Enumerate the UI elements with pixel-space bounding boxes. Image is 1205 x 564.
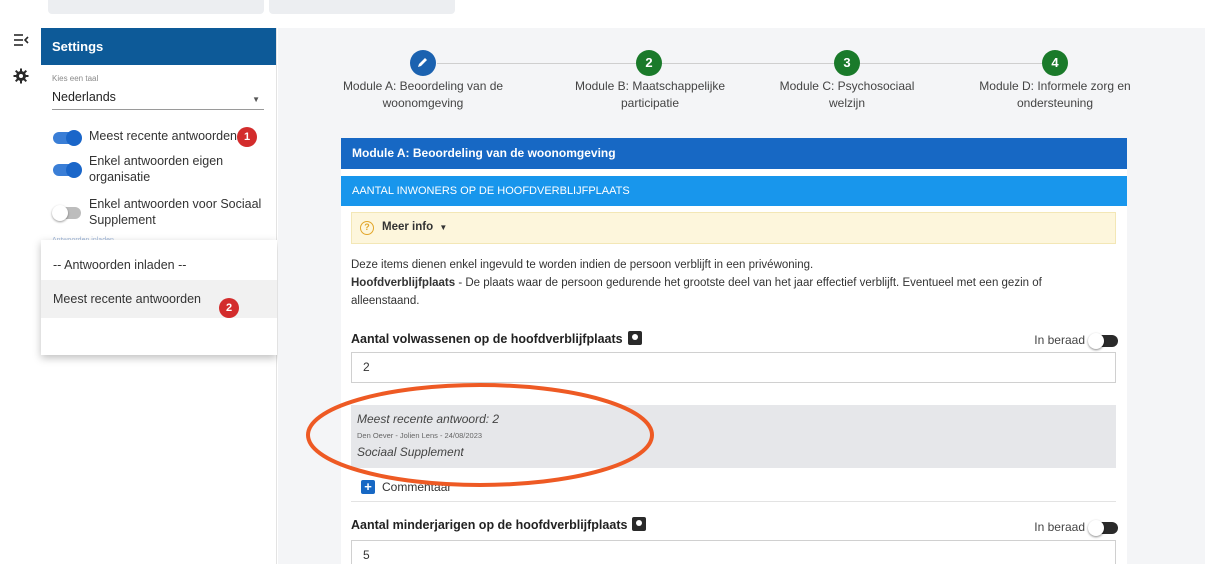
stepper-line — [437, 63, 1057, 64]
gear-icon[interactable] — [13, 68, 29, 84]
top-tab-2[interactable] — [269, 0, 455, 14]
step-4-label: Module D: Informele zorg en ondersteunin… — [979, 79, 1131, 110]
question-2-input[interactable]: 5 — [351, 540, 1116, 564]
step-2[interactable]: 2 — [636, 50, 662, 76]
pencil-icon — [417, 55, 429, 70]
id-card-icon — [627, 331, 642, 345]
in-beraad-label: In beraad — [1034, 520, 1085, 534]
collapse-menu-icon[interactable] — [13, 32, 29, 48]
module-title: Module A: Beoordeling van de woonomgevin… — [341, 138, 1127, 169]
recent-answer-meta: Den Oever - Jolien Lens - 24/08/2023 — [357, 431, 483, 440]
step-1-label: Module A: Beoordeling van de woonomgevin… — [342, 79, 504, 110]
question-1-label: Aantal volwassenen op de hoofdverblijfpl… — [351, 331, 642, 346]
step-2-label: Module B: Maatschappelijke participatie — [574, 79, 726, 110]
toggle-label: Enkel antwoorden voor Sociaal Supplement — [89, 197, 262, 227]
in-beraad-label: In beraad — [1034, 333, 1085, 347]
icon-rail — [0, 28, 40, 564]
step-3-label: Module C: Psychosociaal welzijn — [779, 79, 915, 110]
toggle-switch[interactable] — [53, 130, 82, 146]
step-4[interactable]: 4 — [1042, 50, 1068, 76]
language-value: Nederlands — [52, 90, 116, 104]
add-comment-icon[interactable]: + — [361, 480, 375, 494]
question-icon: ? — [360, 221, 374, 235]
question-1-input[interactable]: 2 — [351, 352, 1116, 383]
toggle-switch[interactable] — [53, 162, 82, 178]
description-line-1: Deze items dienen enkel ingevuld te word… — [351, 259, 814, 271]
recent-answer-source: Sociaal Supplement — [357, 445, 464, 459]
annotation-badge-1: 1 — [237, 127, 257, 147]
section-title: AANTAL INWONERS OP DE HOOFDVERBLIJFPLAAT… — [341, 176, 1127, 206]
settings-title: Settings — [41, 28, 276, 65]
step-3[interactable]: 3 — [834, 50, 860, 76]
in-beraad-toggle[interactable] — [1088, 333, 1118, 349]
divider — [351, 501, 1116, 502]
toggle-switch[interactable] — [52, 205, 81, 221]
load-answers-dropdown[interactable]: -- Antwoorden inladen -- Meest recente a… — [41, 240, 277, 355]
question-2-label: Aantal minderjarigen op de hoofdverblijf… — [351, 517, 647, 532]
recent-answer-box: Meest recente antwoord: 2 Den Oever - Jo… — [351, 405, 1116, 468]
toggle-own-organisation[interactable]: Enkel antwoorden eigen organisatie — [52, 153, 272, 187]
more-info-toggle[interactable]: ? Meer info ▼ — [351, 212, 1116, 244]
in-beraad-toggle[interactable] — [1088, 520, 1118, 536]
language-select[interactable]: Nederlands ▼ — [52, 88, 264, 110]
recent-answer-title: Meest recente antwoord: 2 — [357, 412, 500, 426]
toggle-social-supplement[interactable]: Enkel antwoorden voor Sociaal Supplement — [52, 196, 272, 230]
more-info-label: Meer info ▼ — [382, 221, 448, 233]
language-label: Kies een taal — [52, 74, 99, 83]
dropdown-item-placeholder[interactable]: -- Antwoorden inladen -- — [53, 258, 186, 272]
id-card-icon — [632, 517, 647, 531]
step-1[interactable] — [410, 50, 436, 76]
toggle-label: Enkel antwoorden eigen organisatie — [89, 154, 224, 184]
description-line-2: Hoofdverblijfplaats - De plaats waar de … — [351, 277, 1042, 307]
caret-down-icon: ▼ — [439, 223, 448, 232]
annotation-badge-2: 2 — [219, 298, 239, 318]
top-tab-1[interactable] — [48, 0, 264, 14]
dropdown-item-recent[interactable]: Meest recente antwoorden — [53, 292, 201, 306]
add-comment-label[interactable]: Commentaar — [382, 480, 451, 494]
section-description: Deze items dienen enkel ingevuld te word… — [351, 256, 1111, 310]
caret-down-icon: ▼ — [252, 95, 260, 104]
